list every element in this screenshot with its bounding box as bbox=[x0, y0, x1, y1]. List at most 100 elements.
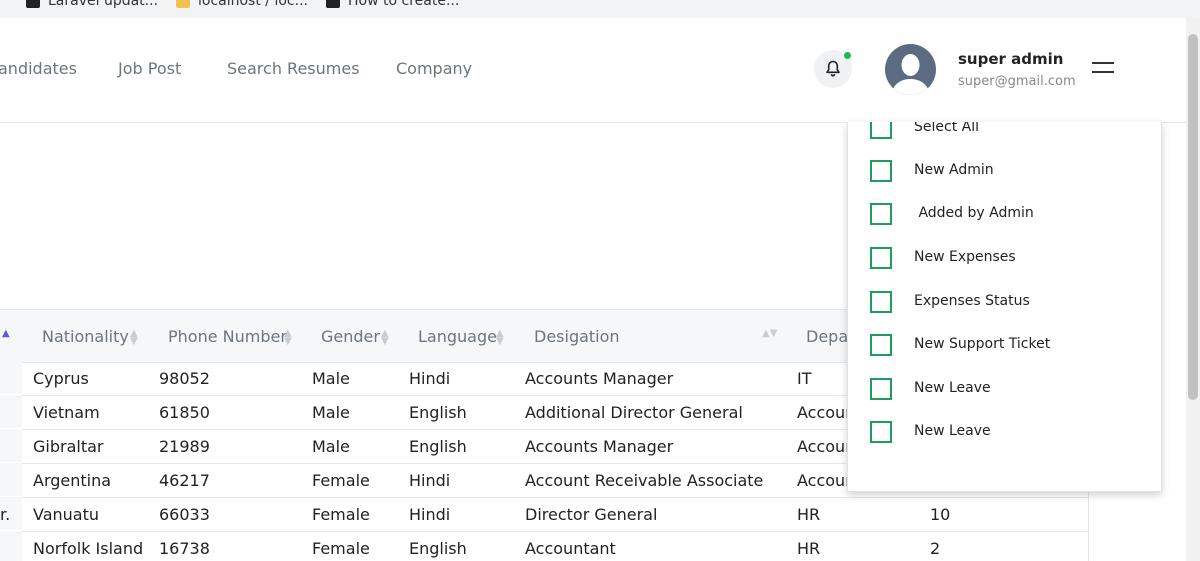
cell-designation: Accounts Manager bbox=[525, 437, 674, 456]
filter-option-added-by-admin[interactable]: Added by Admin bbox=[870, 203, 1150, 227]
checkbox[interactable] bbox=[870, 160, 892, 182]
cell-designation: Account Receivable Associate bbox=[525, 471, 764, 490]
row-cell-stub bbox=[0, 361, 22, 394]
cell-gender: Male bbox=[312, 437, 350, 456]
bell-icon bbox=[826, 60, 840, 77]
laravel-icon bbox=[26, 0, 40, 8]
cell-language: English bbox=[409, 437, 467, 456]
cell-department: HR bbox=[797, 505, 821, 524]
option-label: Select All bbox=[914, 122, 979, 135]
filter-option-new-expenses[interactable]: New Expenses bbox=[870, 247, 1150, 271]
notification-filter-dropdown: Select All New Admin Added by Admin New … bbox=[847, 122, 1162, 492]
cell-designation: Additional Director General bbox=[525, 403, 743, 422]
filter-option-expenses-status[interactable]: Expenses Status bbox=[870, 291, 1150, 315]
bookmark-label: How to create... bbox=[348, 0, 460, 9]
cell-gender: Male bbox=[312, 369, 350, 388]
table-row[interactable]: Norfolk Island 16738 Female English Acco… bbox=[0, 531, 1088, 561]
column-header-language[interactable]: Language bbox=[418, 327, 497, 346]
cell-count: 10 bbox=[930, 505, 951, 524]
filter-option-new-admin[interactable]: New Admin bbox=[870, 160, 1150, 184]
avatar[interactable] bbox=[885, 44, 936, 95]
cell-phone: 98052 bbox=[159, 369, 210, 388]
row-cell-stub bbox=[0, 463, 22, 496]
option-label: New Leave bbox=[914, 380, 991, 396]
user-icon bbox=[891, 54, 930, 95]
cell-designation: Director General bbox=[525, 505, 658, 524]
cell-count: 2 bbox=[930, 539, 941, 558]
menu-button[interactable] bbox=[1092, 62, 1114, 76]
cell-language: Hindi bbox=[409, 369, 451, 388]
cell-nationality: Vietnam bbox=[33, 403, 100, 422]
sort-icon[interactable]: ▲▼ bbox=[284, 329, 292, 347]
cell-truncated: r. bbox=[0, 505, 11, 524]
cell-language: English bbox=[409, 403, 467, 422]
checkbox[interactable] bbox=[870, 378, 892, 400]
filter-option-new-support-ticket[interactable]: New Support Ticket bbox=[870, 334, 1150, 358]
cell-department: HR bbox=[797, 539, 821, 558]
checkbox[interactable] bbox=[870, 291, 892, 313]
nav-link-company[interactable]: Company bbox=[396, 59, 472, 78]
notification-dot bbox=[844, 52, 851, 59]
column-header-designation[interactable]: Desigation bbox=[534, 327, 620, 346]
bookmark-label: localhost / loc... bbox=[198, 0, 308, 9]
site-icon bbox=[326, 0, 340, 8]
checkbox[interactable] bbox=[870, 247, 892, 269]
cell-designation: Accounts Manager bbox=[525, 369, 674, 388]
cell-language: Hindi bbox=[409, 471, 451, 490]
sort-icon[interactable]: ▲ bbox=[2, 329, 10, 339]
column-header-nationality[interactable]: Nationality bbox=[42, 327, 129, 346]
filter-option-select-all[interactable]: Select All bbox=[870, 122, 1150, 141]
row-cell-stub bbox=[0, 531, 22, 561]
cell-phone: 46217 bbox=[159, 471, 210, 490]
scrollbar-thumb[interactable] bbox=[1188, 34, 1198, 400]
checkbox[interactable] bbox=[870, 421, 892, 443]
filter-option-new-leave[interactable]: New Leave bbox=[870, 421, 1150, 445]
cell-gender: Female bbox=[312, 539, 370, 558]
cell-nationality: Argentina bbox=[33, 471, 112, 490]
column-header-gender[interactable]: Gender bbox=[321, 327, 380, 346]
nav-link-search-resumes[interactable]: Search Resumes bbox=[227, 59, 360, 78]
cell-department: IT bbox=[797, 369, 812, 388]
option-label: New Support Ticket bbox=[914, 336, 1051, 352]
cell-designation: Accountant bbox=[525, 539, 616, 558]
bookmark-item[interactable]: localhost / loc... bbox=[176, 0, 308, 9]
bookmarks-bar: Laravel updat... localhost / loc... How … bbox=[0, 0, 1200, 19]
bookmark-item[interactable]: How to create... bbox=[326, 0, 459, 9]
cell-gender: Female bbox=[312, 471, 370, 490]
bookmark-label: Laravel updat... bbox=[48, 0, 159, 9]
option-label: Expenses Status bbox=[914, 293, 1030, 309]
cell-nationality: Cyprus bbox=[33, 369, 89, 388]
checkbox[interactable] bbox=[870, 203, 892, 225]
cell-nationality: Norfolk Island bbox=[33, 539, 144, 558]
table-row[interactable]: r. Vanuatu 66033 Female Hindi Director G… bbox=[0, 497, 1088, 532]
row-cell-stub bbox=[0, 429, 22, 462]
cell-language: Hindi bbox=[409, 505, 451, 524]
cell-nationality: Gibraltar bbox=[33, 437, 104, 456]
checkbox[interactable] bbox=[870, 334, 892, 356]
sort-icon[interactable]: ▲▼ bbox=[496, 329, 504, 347]
sort-icon[interactable]: ▲▼ bbox=[130, 329, 138, 347]
checkbox[interactable] bbox=[870, 122, 892, 139]
option-label: Added by Admin bbox=[914, 205, 1034, 221]
cell-nationality: Vanuatu bbox=[33, 505, 100, 524]
hamburger-icon bbox=[1092, 62, 1114, 64]
column-header-phone-number[interactable]: Phone Number bbox=[168, 327, 287, 346]
filter-option-new-leave[interactable]: New Leave bbox=[870, 378, 1150, 402]
cell-phone: 66033 bbox=[159, 505, 210, 524]
hamburger-icon bbox=[1092, 71, 1114, 73]
nav-link-candidates[interactable]: andidates bbox=[0, 59, 77, 78]
cell-gender: Female bbox=[312, 505, 370, 524]
top-navbar: andidates Job Post Search Resumes Compan… bbox=[0, 18, 1186, 123]
sort-icon[interactable]: ▲▼ bbox=[762, 329, 777, 339]
cell-phone: 16738 bbox=[159, 539, 210, 558]
row-cell-stub bbox=[0, 395, 22, 428]
cell-phone: 21989 bbox=[159, 437, 210, 456]
sort-icon[interactable]: ▲▼ bbox=[381, 329, 389, 347]
option-label: New Expenses bbox=[914, 249, 1016, 265]
user-name: super admin bbox=[958, 50, 1064, 68]
option-label: New Leave bbox=[914, 423, 991, 439]
bookmark-item[interactable]: Laravel updat... bbox=[26, 0, 158, 9]
phpmyadmin-icon bbox=[176, 0, 190, 8]
cell-gender: Male bbox=[312, 403, 350, 422]
nav-link-job-post[interactable]: Job Post bbox=[118, 59, 181, 78]
